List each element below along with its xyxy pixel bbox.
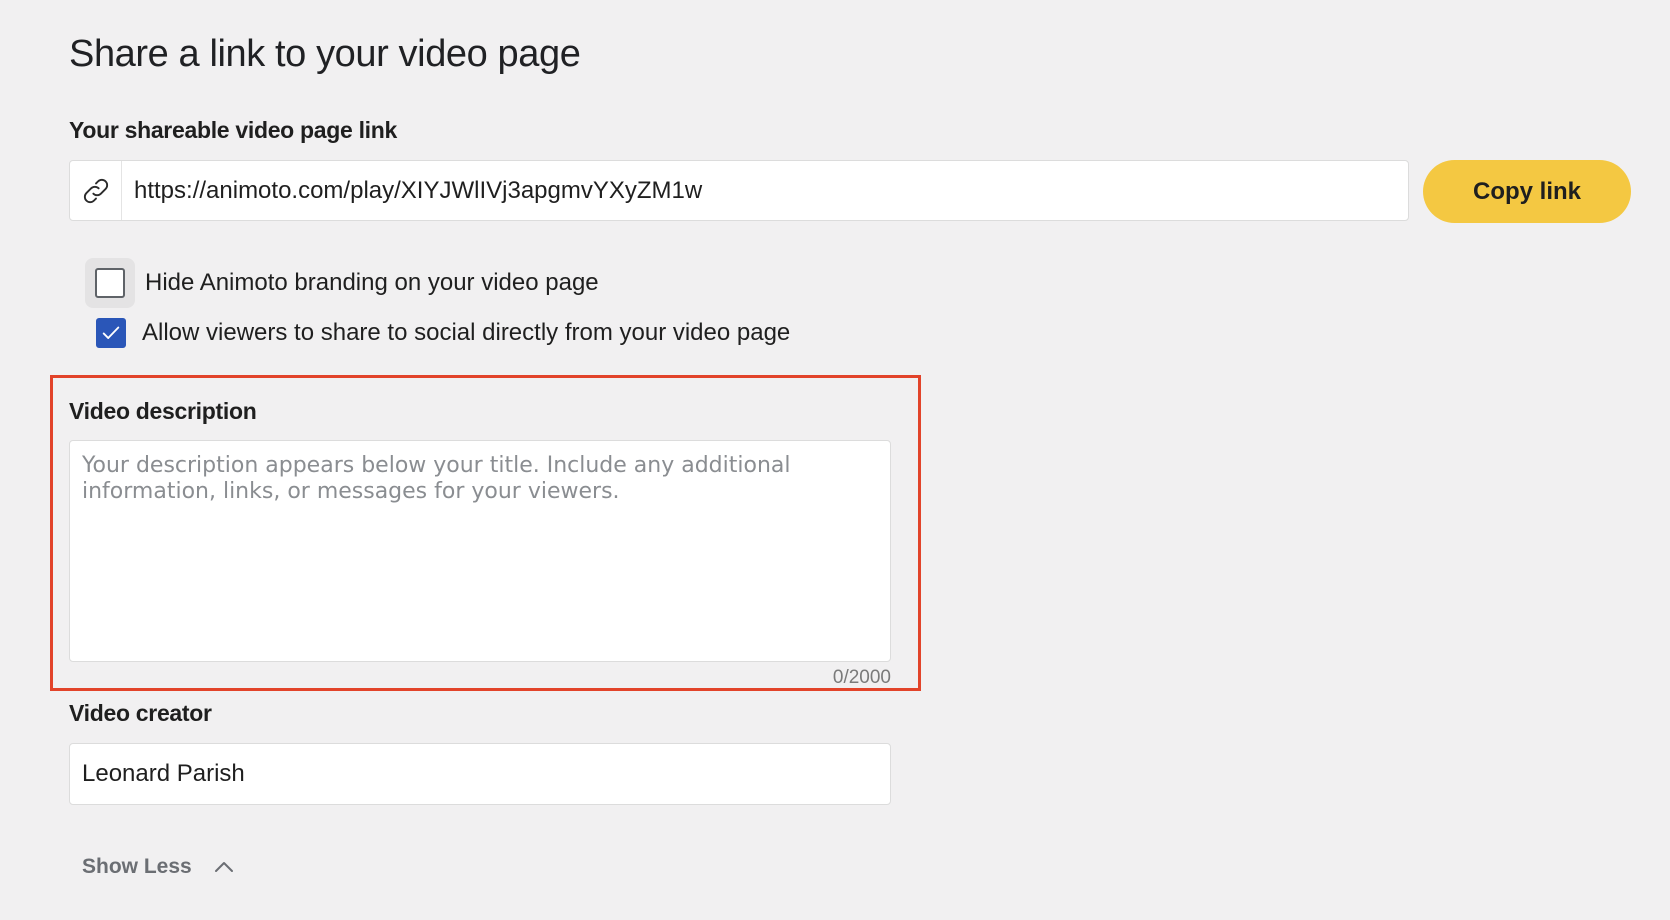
page-title: Share a link to your video page <box>69 33 581 75</box>
hide-branding-checkbox[interactable] <box>95 268 125 298</box>
link-icon <box>70 161 122 220</box>
allow-social-option[interactable]: Allow viewers to share to social directl… <box>86 318 790 348</box>
description-char-counter: 0/2000 <box>832 667 891 688</box>
description-label: Video description <box>69 398 257 424</box>
hide-branding-checkbox-focus <box>85 258 135 308</box>
show-less-toggle[interactable]: Show Less <box>82 855 234 879</box>
share-link-page: Share a link to your video page Your sha… <box>0 0 1670 920</box>
checkmark-icon <box>102 326 120 339</box>
show-less-label: Show Less <box>82 855 192 878</box>
copy-link-button[interactable]: Copy link <box>1423 160 1631 223</box>
hide-branding-option[interactable]: Hide Animoto branding on your video page <box>85 258 599 308</box>
allow-social-label: Allow viewers to share to social directl… <box>142 319 791 346</box>
creator-input[interactable] <box>69 743 891 805</box>
link-section-label: Your shareable video page link <box>69 117 398 143</box>
hide-branding-label: Hide Animoto branding on your video page <box>145 269 599 296</box>
link-field <box>69 160 1409 221</box>
creator-label: Video creator <box>69 700 212 726</box>
allow-social-checkbox[interactable] <box>96 318 126 348</box>
shareable-link-input[interactable] <box>122 161 1408 220</box>
description-textarea[interactable] <box>69 440 891 662</box>
chevron-up-icon <box>214 860 234 874</box>
